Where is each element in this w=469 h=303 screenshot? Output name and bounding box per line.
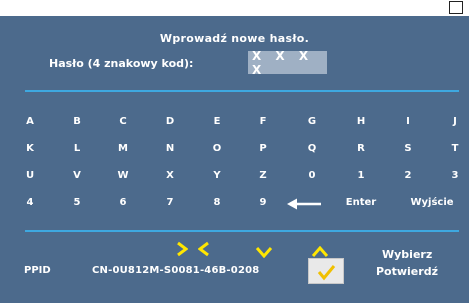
dialog-title: Wprowadź nowe hasło. xyxy=(159,32,310,45)
key-p[interactable]: P xyxy=(259,143,266,154)
key-2[interactable]: 2 xyxy=(405,170,412,181)
key-6[interactable]: 6 xyxy=(120,197,127,208)
select-label: Wybierz xyxy=(382,248,433,261)
ppid-label: PPID xyxy=(24,265,51,276)
key-l[interactable]: L xyxy=(74,143,80,154)
key-w[interactable]: W xyxy=(117,170,128,181)
confirm-button[interactable] xyxy=(308,258,344,284)
chevron-up-icon[interactable] xyxy=(311,246,329,258)
key-g[interactable]: G xyxy=(308,116,316,127)
key-y[interactable]: Y xyxy=(213,170,220,181)
key-q[interactable]: Q xyxy=(308,143,317,154)
key-o[interactable]: O xyxy=(213,143,222,154)
key-h[interactable]: H xyxy=(357,116,365,127)
key-r[interactable]: R xyxy=(357,143,365,154)
key-4[interactable]: 4 xyxy=(27,197,34,208)
chevron-right-icon[interactable] xyxy=(176,241,188,257)
key-d[interactable]: D xyxy=(166,116,174,127)
chevron-down-icon[interactable] xyxy=(255,246,273,258)
password-label: Hasło (4 znakowy kod): xyxy=(49,57,194,70)
confirm-label: Potwierdź xyxy=(376,265,438,278)
chevron-left-icon[interactable] xyxy=(198,241,210,257)
exit-key[interactable]: Wyjście xyxy=(410,197,453,208)
key-k[interactable]: K xyxy=(26,143,34,154)
checkmark-icon xyxy=(317,265,336,281)
key-s[interactable]: S xyxy=(404,143,411,154)
left-arrow-icon xyxy=(287,198,321,210)
top-border-strip xyxy=(0,0,469,16)
divider-bottom xyxy=(25,230,459,232)
key-n[interactable]: N xyxy=(166,143,174,154)
divider-top xyxy=(25,90,459,92)
key-f[interactable]: F xyxy=(260,116,267,127)
key-t[interactable]: T xyxy=(452,143,459,154)
password-field[interactable]: X X X X xyxy=(248,49,327,77)
password-dialog: Wprowadź nowe hasło. Hasło (4 znakowy ko… xyxy=(0,0,469,303)
key-8[interactable]: 8 xyxy=(214,197,221,208)
key-e[interactable]: E xyxy=(214,116,221,127)
key-5[interactable]: 5 xyxy=(74,197,81,208)
backspace-key[interactable] xyxy=(286,198,322,210)
ppid-value: CN-0U812M-S0081-46B-0208 xyxy=(92,265,260,276)
key-9[interactable]: 9 xyxy=(260,197,267,208)
key-7[interactable]: 7 xyxy=(167,197,174,208)
key-0[interactable]: 0 xyxy=(309,170,316,181)
key-m[interactable]: M xyxy=(118,143,128,154)
key-c[interactable]: C xyxy=(119,116,126,127)
key-x[interactable]: X xyxy=(166,170,174,181)
key-1[interactable]: 1 xyxy=(358,170,365,181)
key-z[interactable]: Z xyxy=(259,170,266,181)
key-j[interactable]: J xyxy=(453,116,457,127)
key-3[interactable]: 3 xyxy=(452,170,459,181)
key-v[interactable]: V xyxy=(73,170,81,181)
cropped-header-box xyxy=(449,1,463,14)
key-b[interactable]: B xyxy=(73,116,81,127)
enter-key[interactable]: Enter xyxy=(346,197,376,208)
key-i[interactable]: I xyxy=(406,116,410,127)
key-a[interactable]: A xyxy=(26,116,34,127)
key-u[interactable]: U xyxy=(26,170,34,181)
